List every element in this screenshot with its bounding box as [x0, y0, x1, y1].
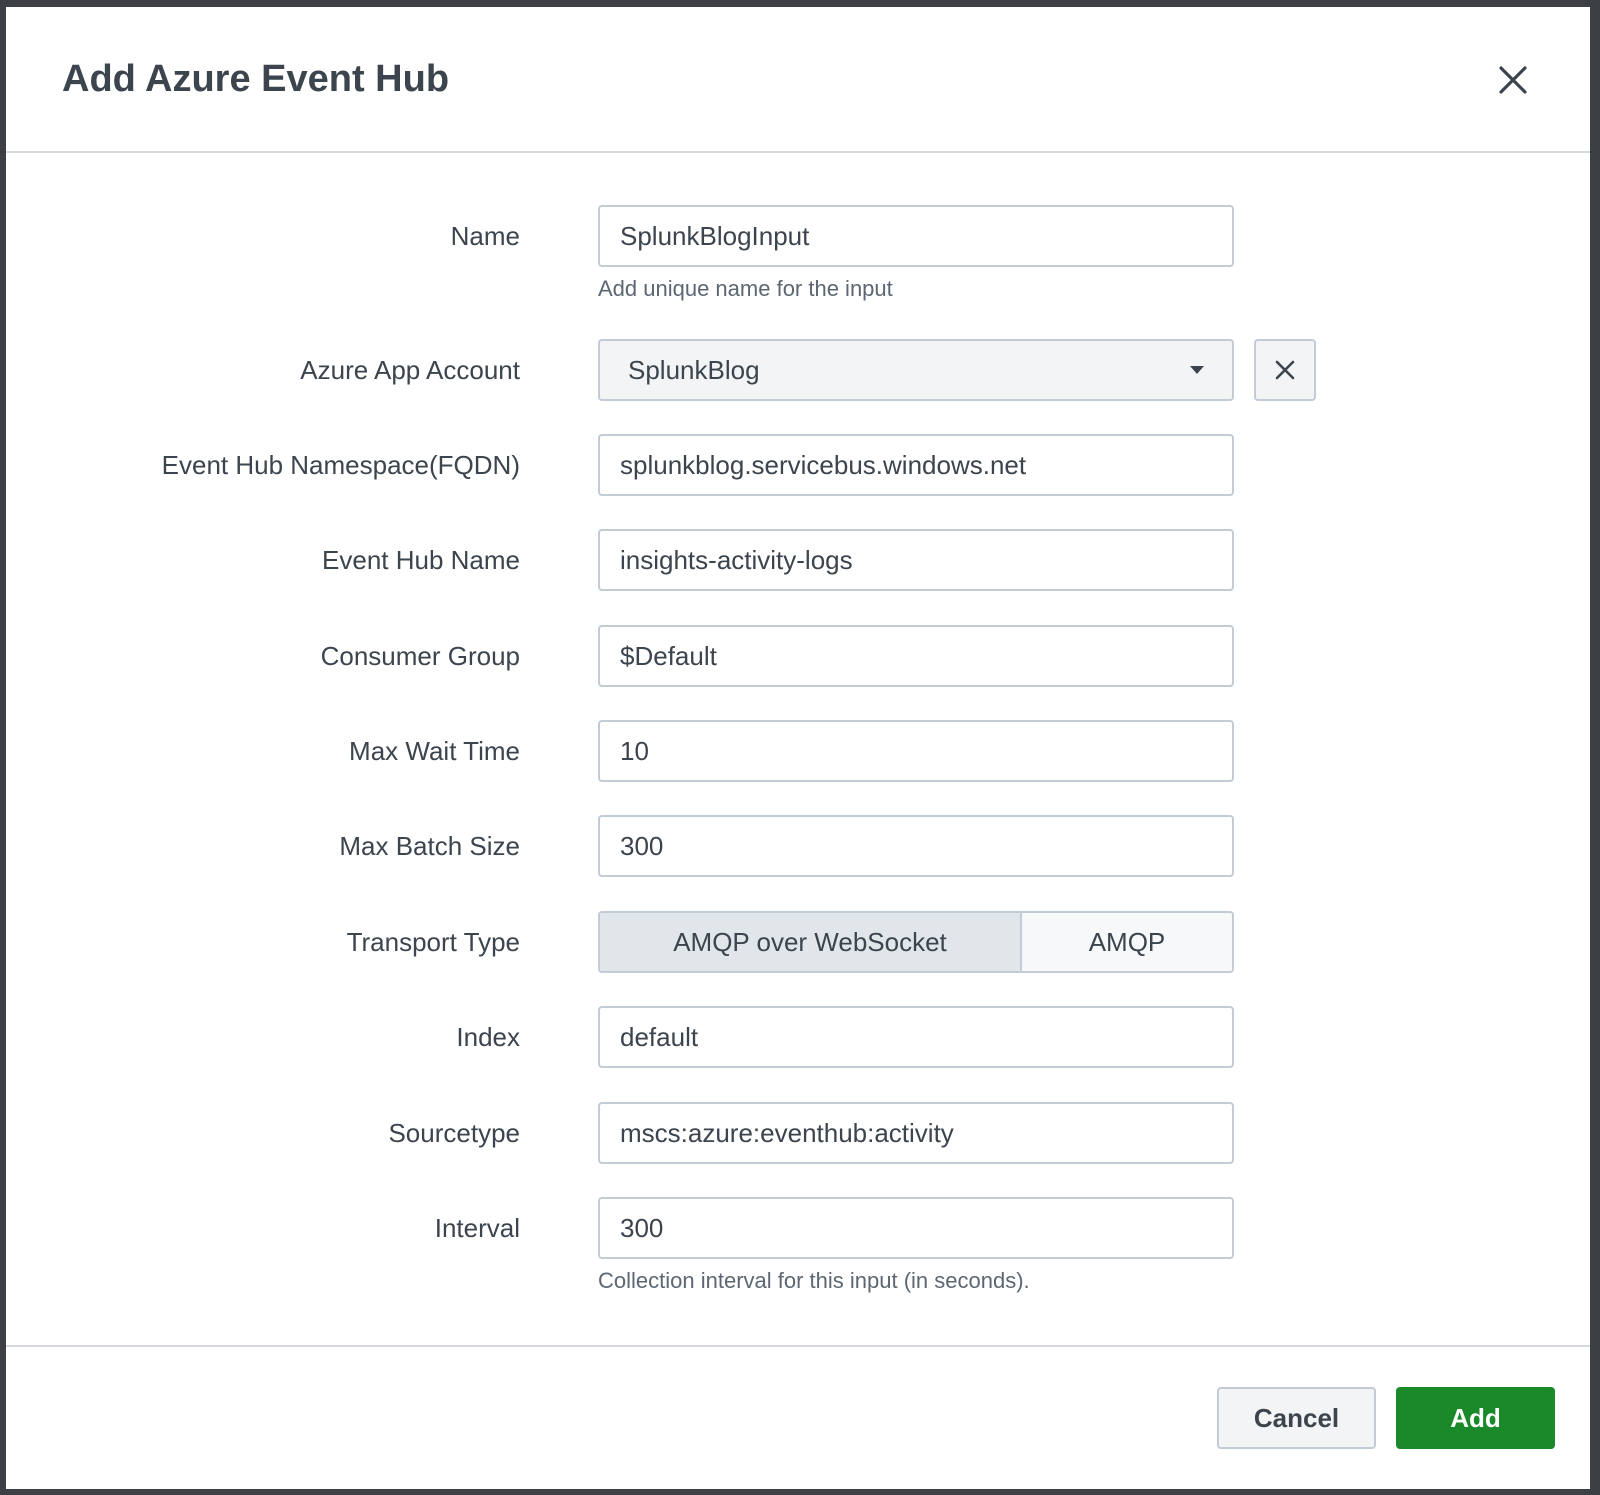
index-input[interactable] [598, 1006, 1234, 1068]
sourcetype-row: Sourcetype [6, 1102, 1590, 1164]
max-wait-time-row: Max Wait Time [6, 720, 1590, 782]
namespace-input[interactable] [598, 434, 1234, 496]
name-help-text: Add unique name for the input [598, 276, 893, 301]
event-hub-name-input[interactable] [598, 529, 1234, 591]
event-hub-name-label: Event Hub Name [322, 545, 520, 575]
namespace-label: Event Hub Namespace(FQDN) [161, 450, 520, 480]
transport-type-row: Transport Type AMQP over WebSocket AMQP [6, 911, 1590, 973]
interval-label: Interval [434, 1213, 520, 1243]
add-event-hub-dialog: Add Azure Event Hub Name Add unique name… [6, 7, 1590, 1489]
consumer-group-row: Consumer Group [6, 625, 1590, 687]
max-wait-time-label: Max Wait Time [349, 736, 520, 766]
dialog-title: Add Azure Event Hub [62, 58, 450, 100]
azure-app-account-value: SplunkBlog [628, 355, 760, 385]
interval-row: Interval [6, 1197, 1590, 1259]
sourcetype-label: Sourcetype [388, 1118, 520, 1148]
cancel-button[interactable]: Cancel [1217, 1387, 1376, 1449]
consumer-group-input[interactable] [598, 625, 1234, 687]
max-batch-size-input[interactable] [598, 815, 1234, 877]
max-wait-time-input[interactable] [598, 720, 1234, 782]
azure-app-account-row: Azure App Account SplunkBlog [6, 339, 1590, 401]
close-icon[interactable] [1496, 63, 1530, 97]
name-input[interactable] [598, 205, 1234, 267]
azure-app-account-label: Azure App Account [300, 355, 520, 385]
event-hub-name-row: Event Hub Name [6, 529, 1590, 591]
interval-input[interactable] [598, 1197, 1234, 1259]
index-label: Index [456, 1022, 520, 1052]
close-icon [1275, 360, 1295, 380]
consumer-group-label: Consumer Group [320, 641, 520, 671]
transport-option-amqp-websocket[interactable]: AMQP over WebSocket [600, 913, 1022, 971]
max-batch-size-label: Max Batch Size [339, 831, 520, 861]
chevron-down-icon [1190, 366, 1204, 374]
namespace-row: Event Hub Namespace(FQDN) [6, 434, 1590, 496]
dialog-header: Add Azure Event Hub [6, 7, 1590, 153]
max-batch-size-row: Max Batch Size [6, 815, 1590, 877]
transport-option-amqp[interactable]: AMQP [1022, 913, 1232, 971]
name-label: Name [450, 221, 520, 251]
index-row: Index [6, 1006, 1590, 1068]
sourcetype-input[interactable] [598, 1102, 1234, 1164]
clear-account-button[interactable] [1254, 339, 1316, 401]
azure-app-account-select[interactable]: SplunkBlog [598, 339, 1234, 401]
name-row: Name [6, 205, 1590, 267]
add-button[interactable]: Add [1396, 1387, 1555, 1449]
interval-help-text: Collection interval for this input (in s… [598, 1268, 1030, 1293]
transport-type-toggle: AMQP over WebSocket AMQP [598, 911, 1234, 973]
dialog-footer: Cancel Add [6, 1345, 1590, 1491]
transport-type-label: Transport Type [346, 927, 520, 957]
